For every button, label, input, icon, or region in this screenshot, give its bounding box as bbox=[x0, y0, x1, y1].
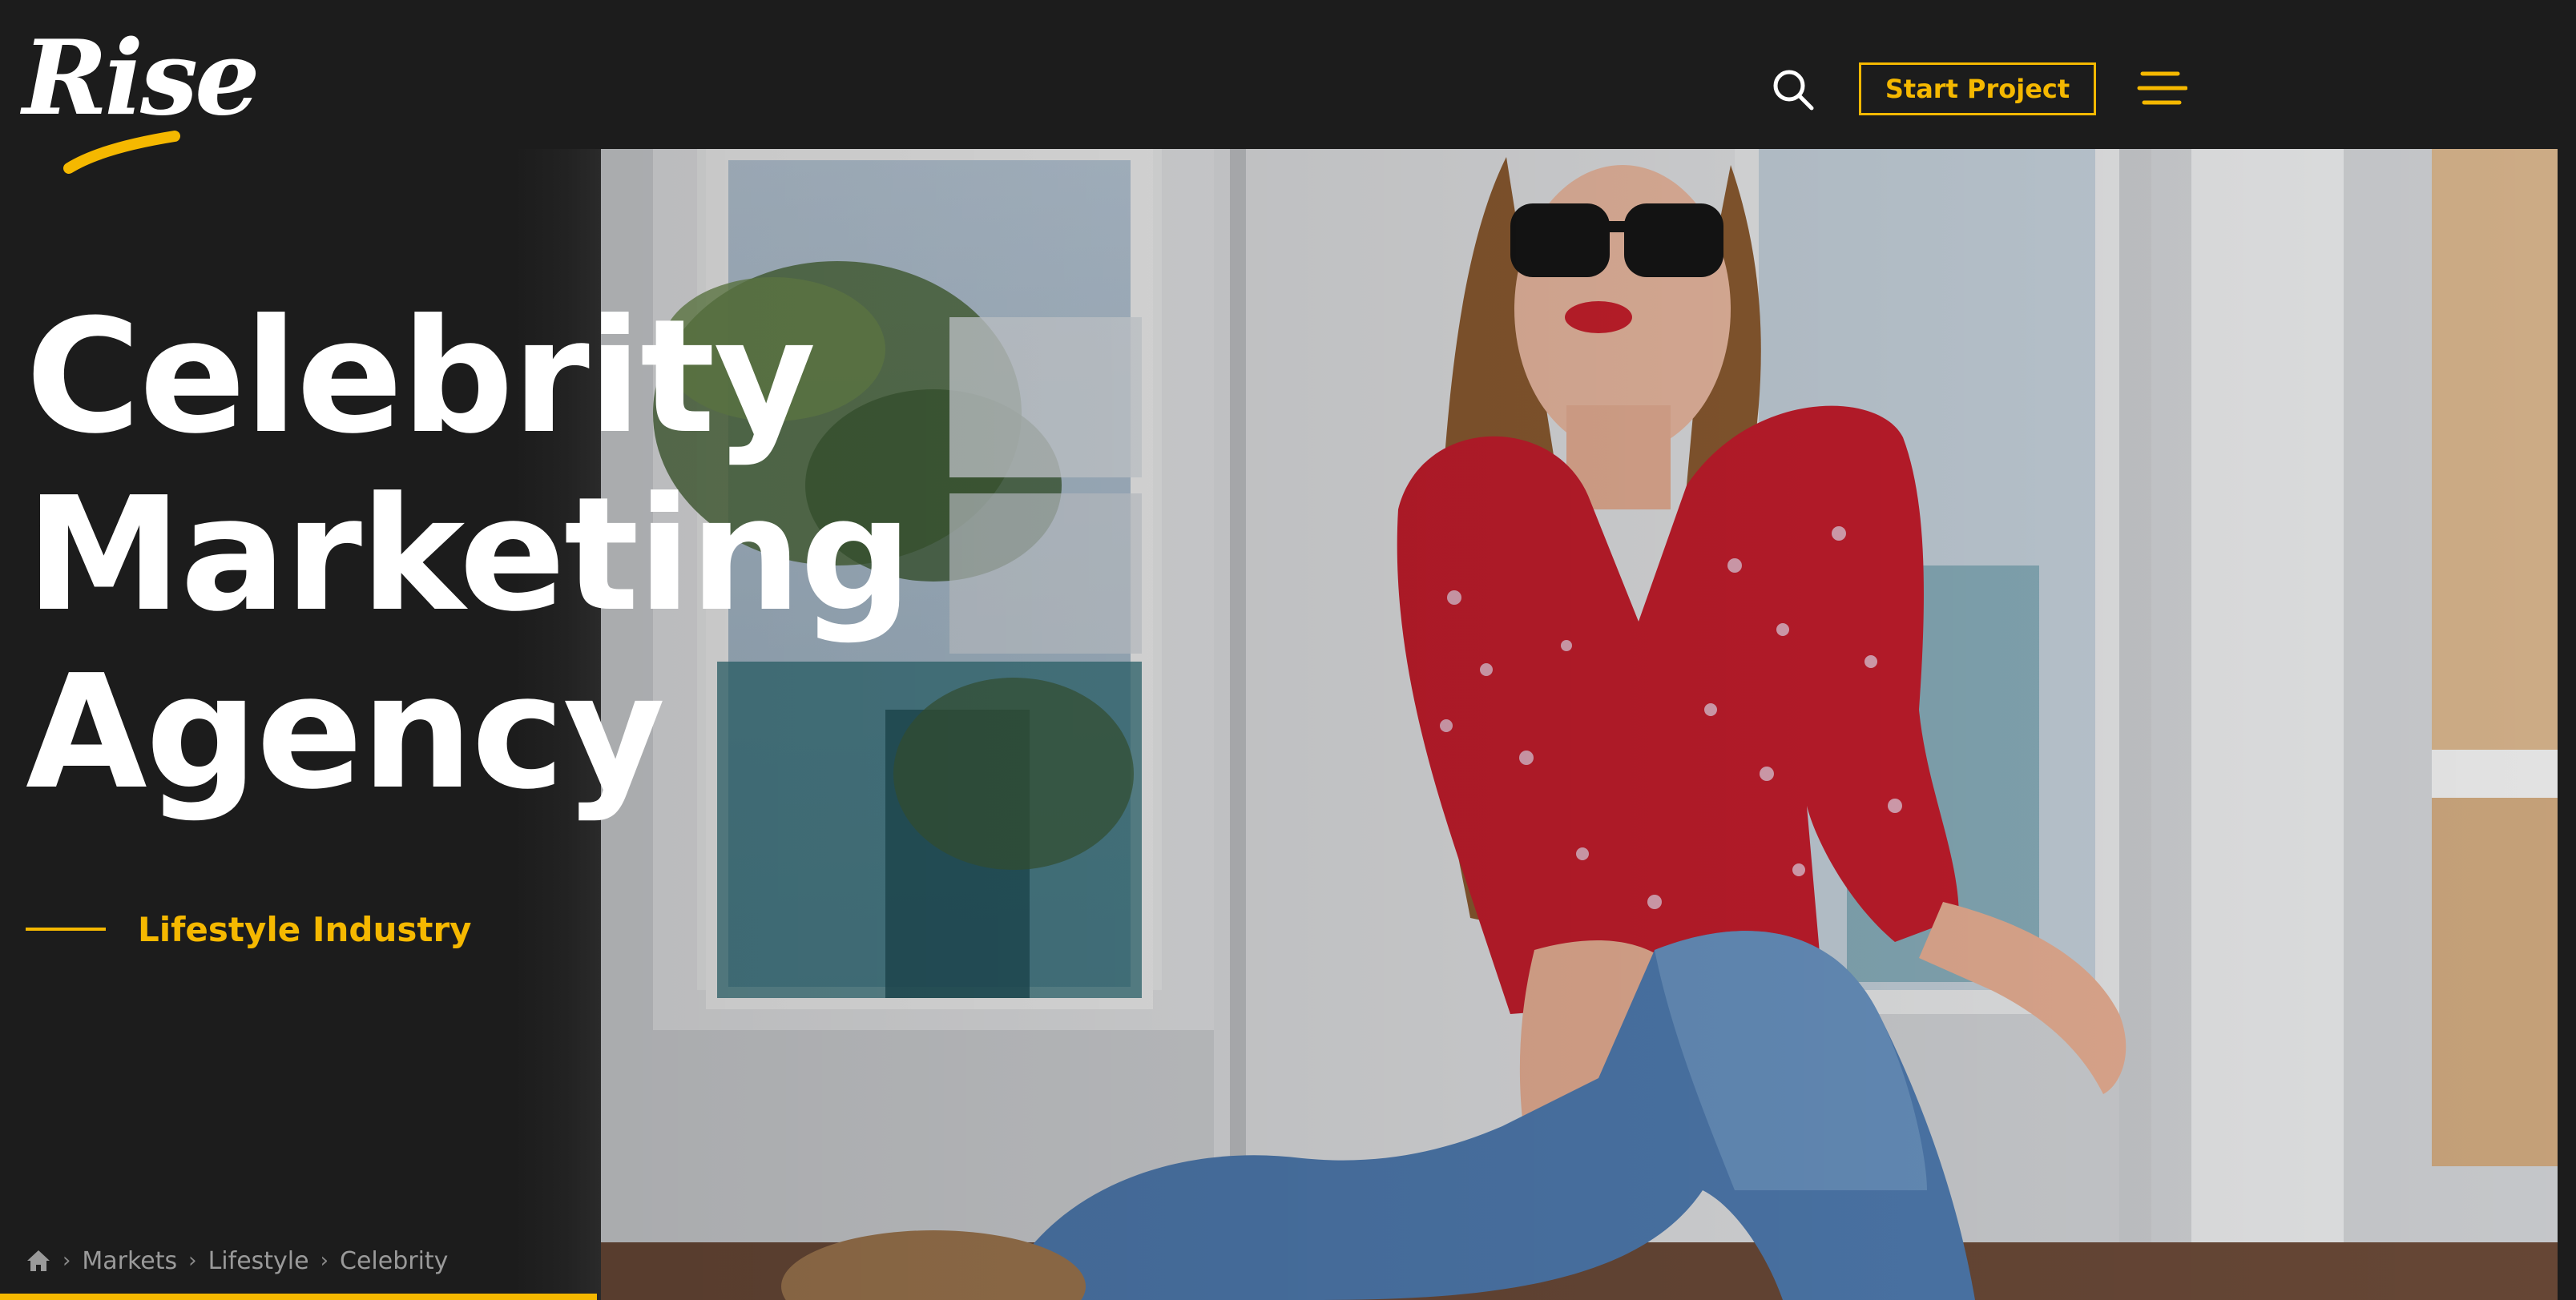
breadcrumb-item-celebrity: Celebrity bbox=[340, 1246, 449, 1275]
chevron-right-icon: › bbox=[188, 1249, 197, 1273]
industry-label: Lifestyle Industry bbox=[138, 909, 472, 949]
hero-title-line: Agency bbox=[26, 642, 665, 824]
industry-divider bbox=[26, 928, 106, 931]
start-project-button[interactable]: Start Project bbox=[1859, 62, 2096, 115]
logo[interactable]: Rise bbox=[22, 22, 260, 174]
logo-swoosh-icon bbox=[63, 131, 180, 174]
search-icon[interactable] bbox=[1771, 67, 1816, 112]
breadcrumb-item-markets[interactable]: Markets bbox=[82, 1247, 177, 1275]
home-icon[interactable] bbox=[26, 1249, 51, 1273]
breadcrumb: › Markets › Lifestyle › Celebrity bbox=[26, 1243, 448, 1278]
breadcrumb-item-lifestyle[interactable]: Lifestyle bbox=[208, 1247, 309, 1275]
hero-title-line: Marketing bbox=[26, 464, 913, 646]
industry-tag: Lifestyle Industry bbox=[26, 905, 472, 953]
bottom-accent-bar bbox=[0, 1294, 597, 1300]
chevron-right-icon: › bbox=[62, 1249, 71, 1273]
hamburger-menu-icon[interactable] bbox=[2136, 69, 2188, 107]
chevron-right-icon: › bbox=[320, 1249, 329, 1273]
page: Rise Start Project Celebrity Marketing A… bbox=[0, 0, 2576, 1300]
logo-text: Rise bbox=[22, 18, 260, 139]
hero-title-line: Celebrity bbox=[26, 286, 816, 469]
hero-title: Celebrity Marketing Agency bbox=[26, 288, 1067, 822]
